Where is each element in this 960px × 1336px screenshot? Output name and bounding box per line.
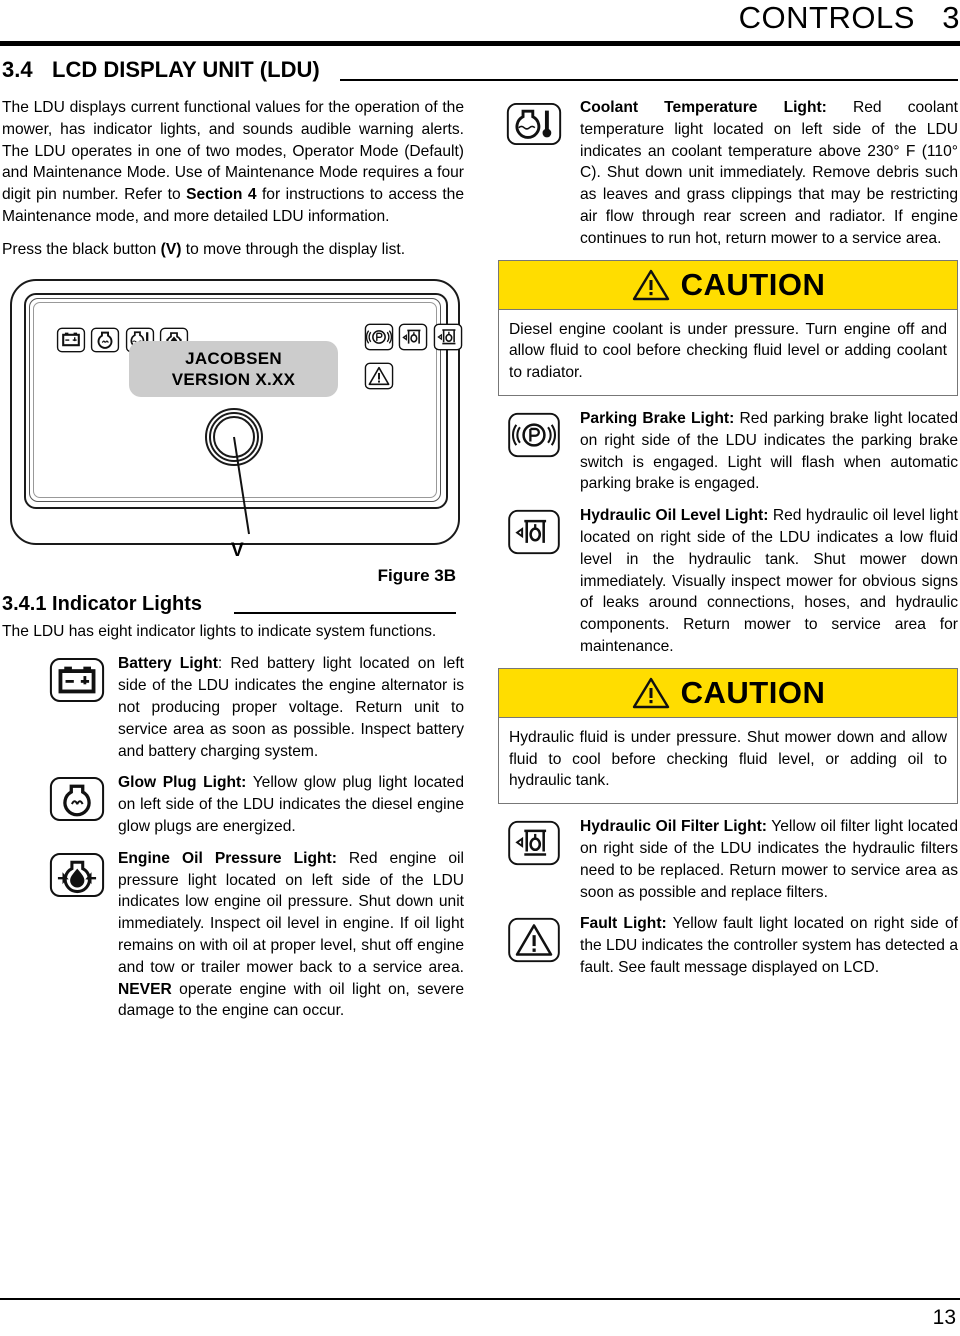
indicator-entry-hydraulic-oil-level: Hydraulic Oil Level Light: Red hydraulic… (498, 505, 958, 658)
coolant-temp-light-text: Coolant Temperature Light: Red coolant t… (580, 99, 958, 247)
hydraulic-oil-level-light-icon-wrap (498, 509, 570, 555)
indicator-entry-battery: Battery Light: Red battery light located… (46, 653, 464, 762)
caution-box-coolant: CAUTION Diesel engine coolant is under p… (498, 259, 958, 396)
caution-text: Diesel engine coolant is under pressure.… (509, 320, 947, 382)
ldu-black-button[interactable] (205, 407, 263, 466)
engine-oil-light-icon-wrap (46, 852, 108, 898)
lcd-line-1: JACOBSEN (185, 348, 282, 368)
intro-paragraph-2: Press the black button (V) to move throu… (2, 240, 406, 258)
left-column: The LDU displays current functional valu… (2, 97, 464, 1032)
figure-caption: Figure 3B (377, 565, 456, 585)
coolant-temp-light-icon-wrap (498, 101, 570, 147)
caution-bar: CAUTION (499, 668, 957, 718)
figure-3b: JACOBSEN VERSION X.XX V Figure 3B (2, 278, 464, 591)
indicator-entry-fault: Fault Light: Yellow fault light located … (498, 913, 958, 978)
caution-text: Hydraulic fluid is under pressure. Shut … (509, 728, 947, 790)
hydraulic-oil-filter-icon (508, 820, 560, 866)
fault-icon (508, 918, 560, 963)
battery-icon (56, 327, 86, 352)
glow-plug-icon (49, 777, 105, 822)
intro-paragraph-1: The LDU displays current functional valu… (2, 99, 464, 225)
lcd-line-2: VERSION X.XX (171, 369, 296, 389)
subsection-intro: The LDU has eight indicator lights to in… (2, 622, 437, 640)
fault-icon (364, 362, 394, 389)
indicator-entry-engine-oil: Engine Oil Pressure Light: Red engine oi… (46, 848, 464, 1022)
section-rule (340, 79, 958, 81)
warning-triangle-icon (632, 269, 669, 300)
hydraulic-oil-level-light-text: Hydraulic Oil Level Light: Red hydraulic… (580, 507, 958, 655)
glow-plug-light-text: Glow Plug Light: Yellow glow plug light … (118, 774, 465, 835)
battery-icon (49, 658, 105, 703)
section-heading: 3.4 LCD DISPLAY UNIT (LDU) (0, 57, 960, 87)
footer-rule (0, 1298, 960, 1300)
glow-plug-icon (91, 327, 120, 352)
indicator-entry-glow-plug: Glow Plug Light: Yellow glow plug light … (46, 772, 464, 837)
battery-light-icon-wrap (46, 657, 108, 703)
ldu-lcd-screen: JACOBSEN VERSION X.XX (129, 340, 338, 397)
section-title: LCD DISPLAY UNIT (LDU) (52, 57, 320, 82)
page-number: 13 (932, 1306, 956, 1329)
caution-box-hydraulic: CAUTION Hydraulic fluid is under pressur… (498, 667, 958, 805)
battery-light-text: Battery Light: Red battery light located… (118, 655, 464, 760)
engine-oil-light-text: Engine Oil Pressure Light: Red engine oi… (118, 849, 464, 1020)
page-header: CONTROLS 3 (0, 0, 960, 46)
ldu-right-indicator-icons (364, 323, 464, 401)
section-number: 3.4 (2, 57, 33, 82)
fault-light-icon-wrap (498, 917, 570, 963)
indicator-entry-coolant-temp: Coolant Temperature Light: Red coolant t… (498, 97, 958, 250)
engine-oil-icon (49, 852, 105, 897)
parking-brake-icon (508, 412, 560, 458)
hydraulic-oil-filter-light-text: Hydraulic Oil Filter Light: Yellow oil f… (580, 818, 958, 901)
caution-label: CAUTION (680, 266, 826, 302)
button-callout-label: V (231, 539, 244, 561)
parking-brake-icon (364, 323, 394, 350)
hydraulic-oil-filter-light-icon-wrap (498, 820, 570, 866)
indicator-entry-hydraulic-oil-filter: Hydraulic Oil Filter Light: Yellow oil f… (498, 816, 958, 903)
parking-brake-light-text: Parking Brake Light: Red parking brake l… (580, 409, 958, 493)
hydraulic-oil-filter-icon (433, 323, 463, 350)
parking-brake-light-icon-wrap (498, 412, 570, 458)
coolant-temp-icon (506, 102, 562, 146)
subsection-title: 3.4.1 Indicator Lights (2, 592, 203, 615)
right-column: Coolant Temperature Light: Red coolant t… (498, 97, 958, 989)
caution-label: CAUTION (680, 674, 826, 710)
fault-light-text: Fault Light: Yellow fault light located … (580, 915, 958, 976)
hydraulic-oil-level-icon (399, 323, 428, 350)
manual-page: CONTROLS 3 3.4 LCD DISPLAY UNIT (LDU) Th… (0, 0, 960, 1336)
header-title: CONTROLS 3 (738, 0, 960, 35)
warning-triangle-icon (632, 677, 669, 708)
hydraulic-oil-level-icon (508, 510, 560, 555)
glow-plug-light-icon-wrap (46, 776, 108, 822)
subsection-heading: 3.4.1 Indicator Lights (2, 593, 464, 621)
indicator-entry-parking-brake: Parking Brake Light: Red parking brake l… (498, 408, 958, 495)
caution-bar: CAUTION (499, 260, 957, 310)
subsection-rule (234, 611, 456, 614)
header-rule (0, 41, 960, 46)
